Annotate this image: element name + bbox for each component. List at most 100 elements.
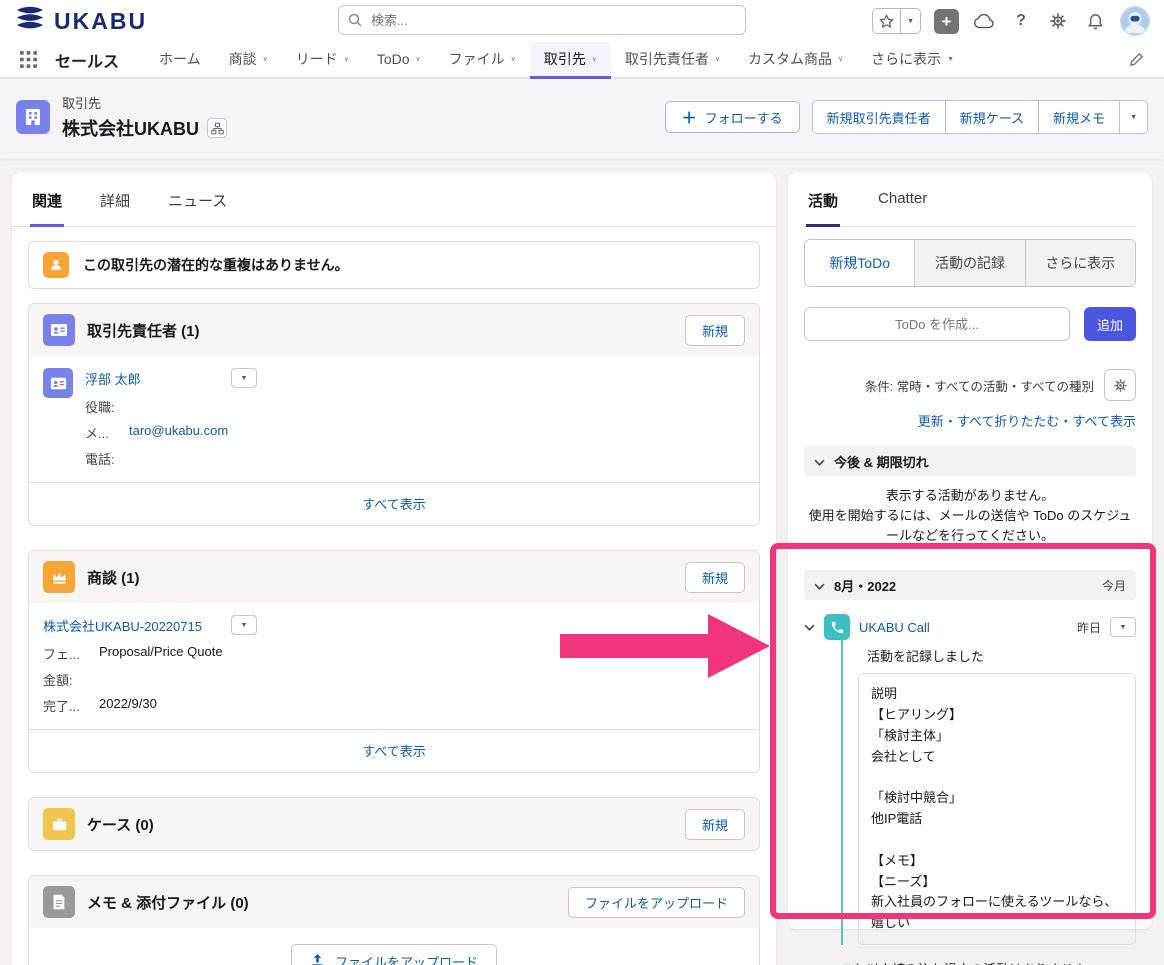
nav-item-leads[interactable]: リード ∨: [282, 42, 363, 79]
activity-filter-text: 条件: 常時・すべての活動・すべての種別: [864, 379, 1094, 394]
new-note-button[interactable]: 新規メモ: [1038, 101, 1120, 133]
contact-email-link[interactable]: taro@ukabu.com: [129, 423, 745, 442]
favorites-button[interactable]: ▼: [872, 8, 921, 34]
case-briefcase-icon: [43, 808, 75, 840]
cloud-icon[interactable]: [972, 9, 996, 33]
opportunities-view-all-link[interactable]: すべて表示: [362, 744, 426, 759]
tab-details[interactable]: 詳細: [98, 173, 132, 227]
activity-tabs: 活動 Chatter: [804, 173, 1136, 227]
related-list-notes: メモ & 添付ファイル (0) ファイルをアップロード ファイルをアップロード: [28, 875, 760, 965]
chevron-down-icon[interactable]: [804, 618, 815, 636]
field-label: メ...: [85, 426, 109, 441]
upload-icon: [310, 953, 325, 965]
ukabu-logo-icon: [14, 5, 46, 37]
main-content: 関連 詳細 ニュース この取引先の潜在的な重複はありません。 取引先責任者 (1…: [0, 159, 1164, 965]
brand-logo[interactable]: UKABU: [14, 5, 147, 37]
notes-list-title: メモ & 添付ファイル (0): [87, 894, 249, 912]
record-tabs: 関連 詳細 ニュース: [12, 173, 776, 227]
section-upcoming-overdue[interactable]: 今後 & 期限切れ: [804, 446, 1136, 476]
opportunity-row-menu-caret-icon[interactable]: ▼: [231, 615, 257, 635]
nav-item-custom-products[interactable]: カスタム商品 ∨: [734, 42, 857, 79]
brand-name: UKABU: [54, 7, 148, 34]
call-subtitle: 活動を記録しました: [867, 649, 985, 665]
edit-nav-pencil-icon[interactable]: [1121, 42, 1152, 77]
section-month[interactable]: 8月・2022 今月: [804, 570, 1136, 601]
user-avatar[interactable]: [1120, 6, 1150, 36]
app-navigation: セールス ホーム 商談 ∨ リード ∨ ToDo ∨ ファイル ∨ 取引先 ∨ 取引先責任…: [0, 42, 1164, 79]
account-building-icon: [16, 100, 50, 134]
contact-name-link[interactable]: 浮部 太郎: [85, 369, 141, 388]
end-of-activities-text: これ以上読み込む過去の活動はありません。: [804, 959, 1136, 965]
add-todo-button[interactable]: 追加: [1084, 307, 1136, 341]
more-actions-caret-icon[interactable]: ▼: [1119, 101, 1147, 133]
hierarchy-icon[interactable]: [207, 118, 227, 138]
field-label: フェ...: [43, 647, 80, 662]
chevron-down-icon: ∨: [415, 56, 421, 63]
nav-item-more[interactable]: さらに表示 ▼: [857, 42, 968, 79]
field-label: 金額:: [43, 673, 73, 688]
chevron-down-icon: [814, 578, 825, 593]
new-case-button[interactable]: 新規ケース: [944, 101, 1039, 133]
field-value: 2022/9/30: [99, 696, 157, 711]
activity-settings-gear-icon[interactable]: [1104, 369, 1136, 401]
opportunities-list-title: 商談 (1): [87, 569, 140, 587]
contacts-list-title: 取引先責任者 (1): [87, 322, 200, 340]
nav-item-home[interactable]: ホーム: [145, 42, 215, 79]
caret-down-icon: ▼: [947, 55, 955, 63]
call-title-link[interactable]: UKABU Call: [859, 620, 930, 635]
contact-card-icon: [43, 314, 75, 346]
nav-item-accounts[interactable]: 取引先 ∨: [529, 42, 611, 79]
new-contact-list-button[interactable]: 新規: [684, 314, 745, 346]
setup-gear-icon[interactable]: [1046, 9, 1070, 33]
tab-related[interactable]: 関連: [30, 173, 65, 227]
todo-input[interactable]: [804, 307, 1070, 341]
field-value: [129, 449, 745, 468]
subtab-log-activity[interactable]: 活動の記録: [914, 240, 1025, 286]
tab-news[interactable]: ニュース: [166, 173, 229, 227]
global-header: UKABU ▼ + ?: [0, 0, 1164, 42]
upload-file-button[interactable]: ファイルをアップロード: [290, 944, 497, 965]
collapse-all-link[interactable]: すべて折りたたむ: [957, 414, 1060, 429]
contacts-view-all-link[interactable]: すべて表示: [362, 497, 426, 512]
note-icon: [43, 886, 75, 918]
page-title: 株式会社UKABU: [62, 119, 199, 139]
chevron-down-icon: [814, 454, 825, 469]
field-value: [99, 670, 745, 689]
record-actions-group: 新規取引先責任者 新規ケース 新規メモ ▼: [811, 100, 1148, 134]
record-page-header: 取引先 株式会社UKABU ＋ フォローする 新規取引先責任者 新規ケース 新規…: [0, 79, 1164, 159]
favorites-caret[interactable]: ▼: [900, 9, 920, 33]
no-activity-message: 表示する活動がありません。 使用を開始するには、メールの送信や ToDo のスケ…: [808, 488, 1132, 544]
nav-item-todo[interactable]: ToDo ∨: [363, 42, 435, 79]
opportunity-crown-icon: [43, 561, 75, 593]
nav-item-opportunities[interactable]: 商談 ∨: [215, 42, 282, 79]
nav-item-contacts[interactable]: 取引先責任者 ∨: [611, 42, 734, 79]
activity-links: 更新・すべて折りたたむ・すべて表示: [917, 414, 1136, 429]
help-icon[interactable]: ?: [1009, 9, 1033, 33]
call-menu-caret-icon[interactable]: ▼: [1110, 617, 1136, 638]
search-input[interactable]: [338, 5, 746, 35]
refresh-link[interactable]: 更新: [918, 414, 944, 429]
app-launcher-icon[interactable]: [12, 42, 45, 77]
related-list-contacts: 取引先責任者 (1) 新規 浮部 太郎 ▼ 役職: メ... taro@ukab…: [28, 303, 760, 526]
subtab-new-todo[interactable]: 新規ToDo: [805, 240, 915, 286]
new-opportunity-button[interactable]: 新規: [684, 561, 745, 593]
chevron-down-icon: ∨: [262, 56, 268, 63]
contact-avatar-icon: [43, 368, 73, 398]
activity-timeline: 説明 【ヒアリング】 「検討主体」 会社として 「検討中競合」 他IP電話 【メ…: [841, 639, 1136, 945]
this-month-badge: 今月: [1101, 578, 1126, 593]
new-contact-button[interactable]: 新規取引先責任者: [812, 101, 945, 133]
new-case-list-button[interactable]: 新規: [684, 808, 745, 840]
activity-panel: 活動 Chatter 新規ToDo 活動の記録 さらに表示 追加 条件: 常時・…: [788, 173, 1152, 965]
opportunity-name-link[interactable]: 株式会社UKABU-20220715: [43, 616, 202, 635]
nav-item-files[interactable]: ファイル ∨: [435, 42, 530, 79]
call-description: 説明 【ヒアリング】 「検討主体」 会社として 「検討中競合」 他IP電話 【メ…: [858, 673, 1136, 945]
global-actions-button[interactable]: +: [934, 8, 959, 34]
view-all-link[interactable]: すべて表示: [1072, 414, 1136, 429]
notifications-bell-icon[interactable]: [1083, 9, 1107, 33]
upload-file-header-button[interactable]: ファイルをアップロード: [567, 886, 745, 918]
follow-button[interactable]: ＋ フォローする: [664, 101, 800, 133]
tab-chatter[interactable]: Chatter: [876, 173, 929, 227]
contact-row-menu-caret-icon[interactable]: ▼: [231, 368, 257, 388]
tab-activity[interactable]: 活動: [806, 173, 841, 227]
subtab-more[interactable]: さらに表示: [1024, 240, 1135, 286]
